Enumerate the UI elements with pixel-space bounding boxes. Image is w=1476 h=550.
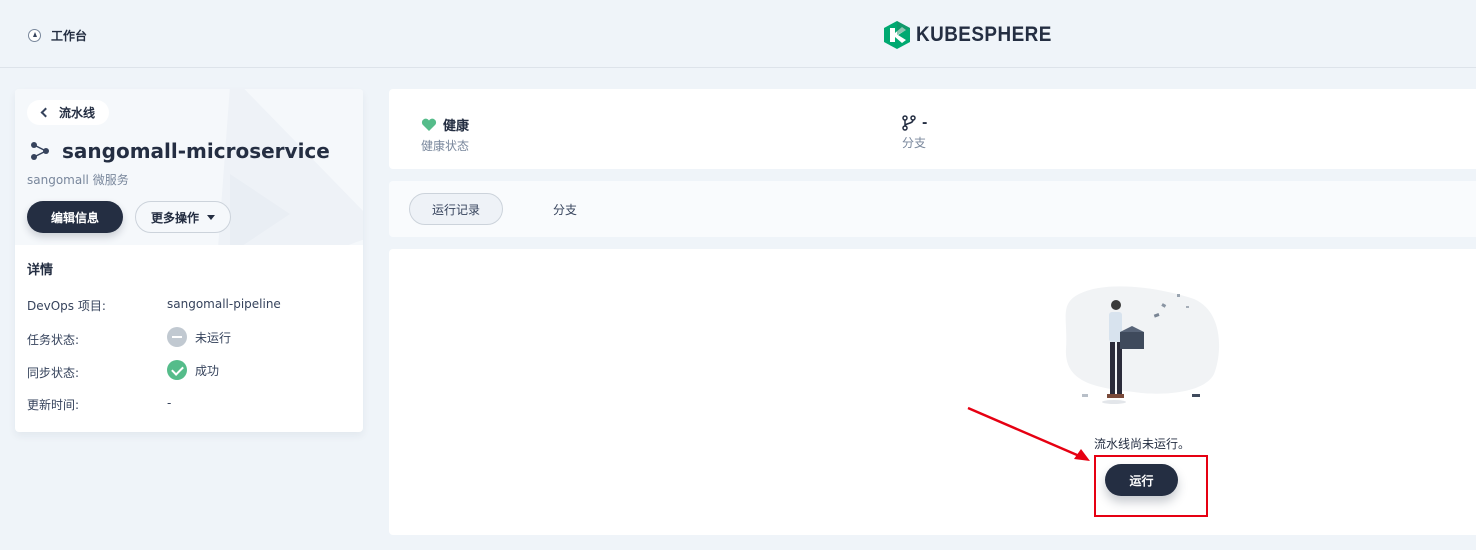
logo-text: KUBESPHERE <box>916 23 1052 46</box>
edit-info-button[interactable]: 编辑信息 <box>27 201 123 233</box>
detail-label: 同步状态: <box>27 366 80 380</box>
chevron-left-icon <box>40 107 51 118</box>
branch-value: - <box>922 115 928 131</box>
pipeline-detail-card: 流水线 sangomall-microservice sangomall 微服务… <box>15 89 363 432</box>
detail-value-task-status: 未运行 <box>167 327 231 347</box>
top-navbar: 工作台 KUBESPHERE <box>0 0 1476 68</box>
sync-status-value: 成功 <box>195 363 220 378</box>
compass-icon <box>28 29 41 42</box>
update-time-value: - <box>167 396 172 410</box>
pipeline-description: sangomall 微服务 <box>27 173 129 187</box>
empty-state-illustration <box>1065 286 1220 404</box>
page-title: sangomall-microservice <box>62 139 330 163</box>
tab-run-records[interactable]: 运行记录 <box>409 193 504 225</box>
header-decoration <box>230 174 290 245</box>
tabs-bar: 运行记录 分支 <box>389 181 1476 237</box>
caret-down-icon <box>207 214 215 220</box>
devops-project-value: sangomall-pipeline <box>167 297 281 311</box>
card-header: 流水线 sangomall-microservice sangomall 微服务… <box>15 89 363 245</box>
details-heading: 详情 <box>27 263 54 278</box>
kubesphere-logo[interactable]: KUBESPHERE <box>884 21 1067 49</box>
branch-stat: - 分支 <box>902 115 927 151</box>
run-records-panel: 流水线尚未运行。 运行 <box>389 249 1476 535</box>
annotation-highlight-box <box>1094 455 1208 517</box>
detail-value-devops-project: sangomall-pipeline <box>167 297 281 311</box>
pipeline-title-row: sangomall-microservice <box>30 139 330 163</box>
empty-state-message: 流水线尚未运行。 <box>1094 437 1191 451</box>
back-label: 流水线 <box>59 106 96 120</box>
detail-label: DevOps 项目: <box>27 299 106 313</box>
not-run-status-icon <box>167 327 187 347</box>
detail-label: 更新时间: <box>27 398 80 412</box>
success-check-icon <box>167 360 187 380</box>
more-actions-label: 更多操作 <box>150 210 199 225</box>
tab-branches[interactable]: 分支 <box>531 193 599 225</box>
health-value: 健康 <box>443 119 470 134</box>
workbench-label: 工作台 <box>51 29 88 43</box>
detail-value-update-time: - <box>167 396 171 410</box>
pipeline-status-panel: 健康 健康状态 - 分支 <box>389 89 1476 169</box>
annotation-arrow <box>967 406 1090 461</box>
health-label: 健康状态 <box>421 139 470 153</box>
health-stat: 健康 健康状态 <box>421 115 469 154</box>
task-status-value: 未运行 <box>195 330 232 345</box>
kubesphere-logo-icon <box>884 21 910 49</box>
more-actions-button[interactable]: 更多操作 <box>135 201 231 233</box>
detail-label: 任务状态: <box>27 333 80 347</box>
workbench-link[interactable]: 工作台 <box>28 27 87 44</box>
branch-icon <box>902 115 916 131</box>
branch-label: 分支 <box>902 136 927 150</box>
detail-value-sync-status: 成功 <box>167 360 219 380</box>
back-to-pipelines-button[interactable]: 流水线 <box>27 100 110 125</box>
heart-icon <box>421 118 437 131</box>
pipeline-icon <box>31 142 49 160</box>
